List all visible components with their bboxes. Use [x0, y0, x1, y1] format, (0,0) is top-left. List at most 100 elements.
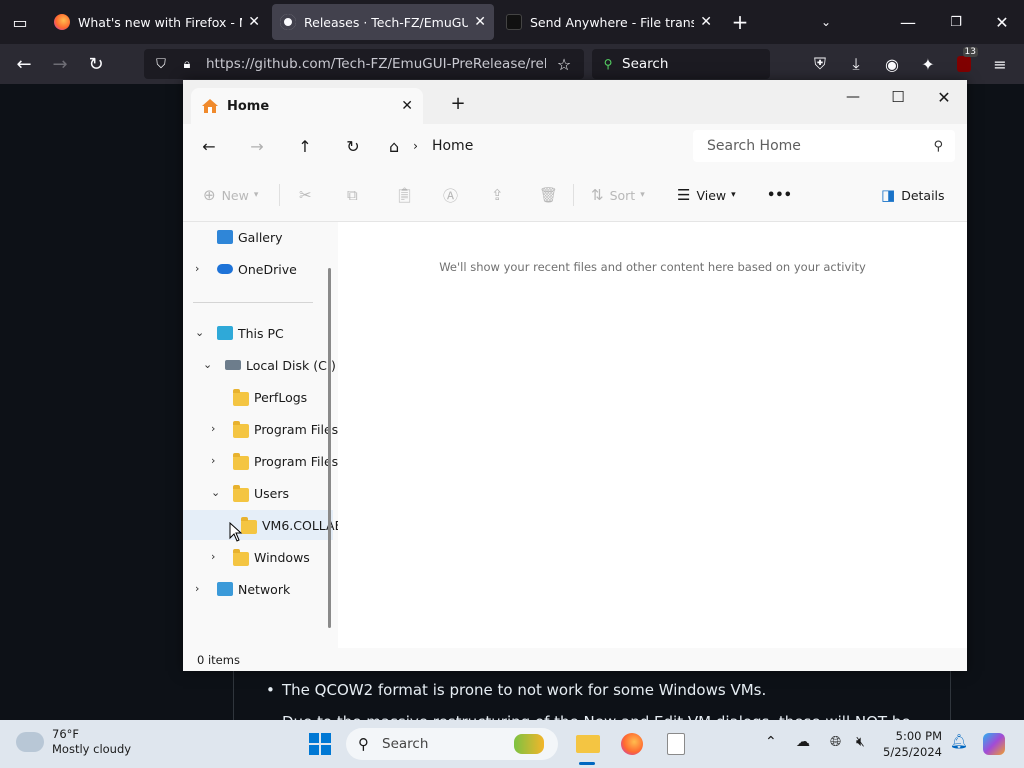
reload-icon[interactable]: ↻	[82, 50, 110, 78]
nav-label: Gallery	[238, 230, 283, 245]
cut-button[interactable]: ✂	[299, 182, 318, 208]
chevron-down-icon: ▾	[640, 190, 645, 200]
chevron-down-icon[interactable]: ⌄	[203, 358, 212, 371]
rename-button[interactable]: Ⓐ	[443, 182, 464, 208]
back-icon[interactable]: ←	[10, 50, 38, 78]
tab-releases[interactable]: Releases · Tech-FZ/EmuGUI-Pre ✕	[272, 4, 494, 40]
firefox-search-box[interactable]: ⚲ Search	[592, 49, 770, 79]
back-icon[interactable]: ←	[193, 132, 225, 160]
new-tab-icon[interactable]: +	[435, 88, 481, 118]
nav-item-vm6-collab[interactable]: VM6.COLLAB	[183, 510, 338, 540]
volume-muted-icon[interactable]: 🔇︎	[856, 734, 865, 750]
chevron-right-icon[interactable]: ›	[211, 550, 215, 563]
breadcrumb-home[interactable]: Home	[432, 138, 473, 154]
search-input[interactable]: Search Home ⚲	[693, 130, 955, 162]
maximize-icon[interactable]: ☐	[875, 82, 921, 112]
lock-icon[interactable]: 🔒︎	[178, 55, 196, 73]
close-window-icon[interactable]: ✕	[921, 82, 967, 112]
notepad-taskbar-icon[interactable]	[662, 730, 690, 758]
chevron-right-icon[interactable]: ›	[195, 582, 199, 595]
scissors-icon: ✂	[299, 186, 312, 204]
nav-item-gallery[interactable]: Gallery	[183, 222, 333, 252]
nav-item-program-files-x86[interactable]: › Program Files (x86)	[183, 446, 338, 476]
account-icon[interactable]: ◉	[878, 50, 906, 78]
chevron-right-icon[interactable]: ›	[211, 422, 215, 435]
bookmark-star-icon[interactable]: ☆	[554, 54, 574, 74]
url-bar[interactable]: ⛉ 🔒︎ https://github.com/Tech-FZ/EmuGUI-P…	[144, 49, 584, 79]
chevron-down-icon[interactable]: ⌄	[211, 486, 220, 499]
copilot-icon[interactable]	[980, 730, 1008, 758]
forward-icon[interactable]: →	[46, 50, 74, 78]
nav-item-local-disk[interactable]: ⌄ Local Disk (C:)	[183, 350, 336, 380]
nav-label: Program Files	[254, 422, 338, 437]
file-explorer-taskbar-icon[interactable]	[574, 730, 602, 758]
chevron-right-icon[interactable]: ›	[211, 454, 215, 467]
delete-button[interactable]: 🗑︎	[539, 182, 564, 208]
nav-scrollbar[interactable]	[328, 268, 331, 628]
nav-item-perflogs[interactable]: PerfLogs	[183, 382, 333, 412]
start-icon[interactable]	[306, 730, 334, 758]
close-tab-icon[interactable]: ✕	[401, 98, 413, 114]
close-icon[interactable]: ✕	[700, 14, 712, 30]
tab-whats-new[interactable]: What's new with Firefox - More ✕	[46, 4, 268, 40]
more-options-button[interactable]: •••	[767, 182, 792, 208]
extensions-icon[interactable]: ✦	[914, 50, 942, 78]
nav-item-network[interactable]: › Network	[183, 574, 333, 604]
nav-item-onedrive[interactable]: › OneDrive	[183, 254, 333, 284]
tab-send-anywhere[interactable]: Send Anywhere - File transfer ✕	[498, 4, 720, 40]
notification-bell-icon[interactable]: 🔔︎	[950, 734, 968, 750]
menu-icon[interactable]: ≡	[986, 50, 1014, 78]
nav-label: This PC	[238, 326, 284, 341]
windows-logo-icon	[309, 733, 331, 755]
pocket-icon[interactable]: ⛨	[806, 50, 834, 78]
nav-label: Network	[238, 582, 291, 597]
command-bar: ⊕ New ▾ ✂ ⧉ 📋︎ Ⓐ ⇪ 🗑︎ ⇅ Sort ▾ ☰ View ▾ …	[183, 168, 967, 222]
nav-item-this-pc[interactable]: ⌄ This PC	[183, 318, 333, 348]
shield-icon[interactable]: ⛉	[152, 55, 170, 73]
explorer-tab-home[interactable]: Home ✕	[191, 88, 423, 124]
close-window-icon[interactable]: ✕	[988, 10, 1016, 34]
share-button[interactable]: ⇪	[491, 182, 510, 208]
restore-icon[interactable]: ❐	[942, 10, 970, 34]
taskbar-search[interactable]: ⚲ Search	[346, 728, 558, 760]
new-button[interactable]: ⊕ New ▾	[203, 182, 258, 208]
list-tabs-icon[interactable]: ⌄	[812, 10, 840, 34]
home-icon[interactable]: ⌂	[389, 137, 399, 156]
copy-button[interactable]: ⧉	[347, 182, 364, 208]
folder-icon	[233, 453, 249, 470]
search-placeholder: Search Home	[707, 138, 801, 154]
minimize-icon[interactable]: —	[830, 82, 876, 112]
nav-item-users[interactable]: ⌄ Users	[183, 478, 333, 508]
firefox-view-icon[interactable]: ▭	[6, 10, 34, 34]
network-globe-icon[interactable]: 🌐︎	[830, 734, 841, 750]
active-app-indicator	[579, 762, 595, 765]
nav-item-program-files[interactable]: › Program Files	[183, 414, 338, 444]
ublock-icon[interactable]: 13	[950, 47, 978, 78]
search-icon: ⚲	[358, 735, 369, 753]
minimize-icon[interactable]: —	[894, 10, 922, 34]
view-button[interactable]: ☰ View ▾	[677, 182, 736, 208]
forward-icon[interactable]: →	[241, 132, 273, 160]
clock[interactable]: 5:00 PM 5/25/2024	[882, 728, 942, 760]
up-icon[interactable]: ↑	[289, 132, 321, 160]
new-tab-icon[interactable]: +	[726, 10, 754, 34]
close-icon[interactable]: ✕	[248, 14, 260, 30]
downloads-icon[interactable]: ⤓	[842, 50, 870, 78]
chevron-right-icon[interactable]: ›	[413, 139, 418, 153]
url-text[interactable]: https://github.com/Tech-FZ/EmuGUI-PreRel…	[206, 56, 546, 72]
chevron-down-icon[interactable]: ⌄	[195, 326, 204, 339]
sort-button[interactable]: ⇅ Sort ▾	[591, 182, 645, 208]
new-label: New	[221, 187, 249, 203]
close-icon[interactable]: ✕	[474, 14, 486, 30]
refresh-icon[interactable]: ↻	[337, 132, 369, 160]
paste-button[interactable]: 📋︎	[395, 182, 420, 208]
weather-widget[interactable]: 76°F Mostly cloudy	[16, 727, 131, 757]
nav-item-windows[interactable]: › Windows	[183, 542, 333, 572]
breadcrumb[interactable]: ⌂ › Home	[389, 130, 685, 162]
show-hidden-icons-icon[interactable]: ⌃	[765, 734, 777, 750]
onedrive-status-icon[interactable]: ☁	[796, 734, 810, 750]
firefox-icon	[54, 14, 70, 30]
details-button[interactable]: ◨ Details	[881, 182, 945, 208]
firefox-taskbar-icon[interactable]	[618, 730, 646, 758]
chevron-right-icon[interactable]: ›	[195, 262, 199, 275]
